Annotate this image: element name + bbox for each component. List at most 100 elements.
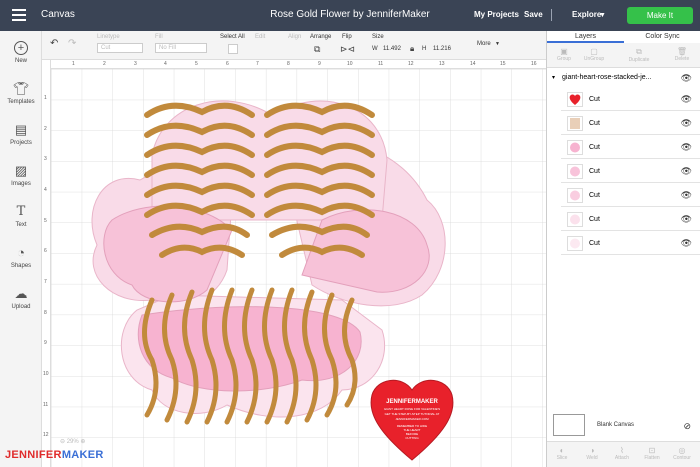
linetype-value: Cut [101, 45, 111, 51]
plus-circle-icon: + [14, 41, 28, 55]
slice-icon: ◐ [559, 446, 565, 455]
lock-icon[interactable]: 🔒︎ [410, 44, 414, 54]
ruler-tick: 7 [44, 279, 47, 285]
flip-icon[interactable]: ⊳⊲ [340, 44, 355, 55]
duplicate-button[interactable]: ⧉ Duplicate [624, 47, 654, 63]
eye-icon[interactable]: 👁︎ [681, 214, 692, 225]
attach-button[interactable]: ⌇ Attach [607, 446, 637, 461]
eye-icon[interactable]: 👁︎ [681, 73, 692, 84]
eye-icon[interactable]: 👁︎ [681, 118, 692, 129]
ruler-top: 1 2 3 4 5 6 7 8 9 10 11 12 13 14 15 16 [42, 60, 546, 69]
menu-icon[interactable] [12, 9, 26, 21]
layer-row[interactable]: Cut 👁︎ [561, 232, 700, 255]
flatten-label: Flatten [644, 455, 660, 461]
sidebar-item-projects[interactable]: ▤ Projects [0, 122, 42, 147]
slice-label: Slice [556, 455, 568, 461]
ruler-tick: 5 [195, 61, 198, 67]
align-label[interactable]: Align [288, 34, 301, 40]
group-label: Group [557, 56, 571, 62]
layer-label: Cut [589, 216, 600, 223]
chevron-down-icon: ▼ [495, 41, 500, 47]
attach-label: Attach [614, 455, 630, 461]
edit-toolbar: ↶ ↷ Linetype Cut Fill No Fill Select All… [42, 31, 546, 60]
ruler-tick: 14 [470, 61, 476, 67]
ruler-tick: 10 [43, 371, 49, 377]
layer-row[interactable]: Cut 👁︎ [561, 208, 700, 231]
tab-layers[interactable]: Layers [547, 31, 624, 43]
paperclip-icon: ⌇ [620, 446, 624, 455]
blank-canvas-swatch[interactable] [553, 414, 585, 436]
chevron-down-icon: ▼ [599, 12, 606, 19]
blank-canvas-label: Blank Canvas [597, 422, 635, 428]
my-projects-link[interactable]: My Projects [474, 10, 519, 19]
save-button[interactable]: Save [524, 10, 543, 19]
brand-part-2: MAKER [61, 449, 104, 461]
delete-button[interactable]: 🗑︎ Delete [667, 47, 697, 62]
ungroup-button[interactable]: ▢ UnGroup [579, 47, 609, 62]
fill-select[interactable]: No Fill [155, 43, 207, 53]
weld-button[interactable]: ◑ Weld [577, 446, 607, 461]
weld-icon: ◑ [589, 446, 595, 455]
arrange-icon[interactable]: ⧉ [314, 44, 320, 55]
sidebar-item-images[interactable]: ▨ Images [0, 164, 42, 188]
layer-row[interactable]: Cut 👁︎ [561, 136, 700, 159]
eye-off-icon[interactable]: ⊘ [683, 421, 691, 432]
group-icon: ▣ [560, 47, 568, 56]
layer-label: Cut [589, 96, 600, 103]
sidebar-item-label: Projects [10, 140, 32, 146]
redo-icon[interactable]: ↷ [68, 38, 76, 49]
layer-group-row[interactable]: ▾ giant-heart-rose-stacked-je... 👁︎ [547, 72, 700, 86]
width-label: W [372, 46, 378, 52]
layer-thumbnail [567, 116, 583, 131]
sidebar-item-shapes[interactable]: ◔ Shapes [0, 246, 42, 270]
layer-row[interactable]: Cut 👁︎ [561, 160, 700, 183]
eye-icon[interactable]: 👁︎ [681, 190, 692, 201]
ruler-tick: 3 [44, 156, 47, 162]
tab-color-sync[interactable]: Color Sync [624, 31, 700, 43]
zoom-in-icon[interactable]: ⊕ [79, 439, 85, 445]
ruler-tick: 2 [103, 61, 106, 67]
select-all-icon[interactable] [228, 44, 238, 54]
eye-icon[interactable]: 👁︎ [681, 94, 692, 105]
edit-label[interactable]: Edit [255, 34, 265, 40]
arrange-label[interactable]: Arrange [310, 34, 331, 40]
width-field[interactable]: 11.492 [383, 46, 401, 52]
make-it-button[interactable]: Make It [627, 7, 693, 24]
canvas-svg: JENNIFERMAKER GIANT HEART ROSE FOR VALEN… [42, 60, 546, 467]
height-field[interactable]: 11.216 [433, 46, 451, 52]
sidebar-item-text[interactable]: T Text [0, 205, 42, 229]
sidebar-item-label: Text [15, 222, 27, 228]
flatten-button[interactable]: ⊡ Flatten [637, 446, 667, 461]
zoom-out-icon[interactable]: ⊖ [60, 439, 67, 445]
layer-thumbnail [567, 188, 583, 203]
explore-menu[interactable]: Explore [572, 10, 601, 19]
layer-row[interactable]: Cut 👁︎ [561, 112, 700, 135]
undo-icon[interactable]: ↶ [50, 38, 58, 49]
ruler-tick: 1 [44, 95, 47, 101]
contour-button[interactable]: ◎ Contour [667, 446, 697, 461]
projects-icon: ▤ [14, 122, 28, 137]
zoom-level[interactable]: ⊖ 29% ⊕ [60, 438, 85, 445]
eye-icon[interactable]: 👁︎ [681, 142, 692, 153]
eye-icon[interactable]: 👁︎ [681, 238, 692, 249]
flip-label[interactable]: Flip [342, 34, 352, 40]
sidebar-item-new[interactable]: + New [0, 41, 42, 64]
layer-row[interactable]: Cut 👁︎ [561, 184, 700, 207]
design-canvas[interactable]: JENNIFERMAKER GIANT HEART ROSE FOR VALEN… [42, 60, 546, 467]
group-button[interactable]: ▣ Group [549, 47, 579, 62]
caret-down-icon[interactable]: ▾ [552, 74, 555, 81]
ruler-tick: 6 [44, 248, 47, 254]
layer-row[interactable]: Cut 👁︎ [561, 88, 700, 111]
sidebar-item-upload[interactable]: ☁ Upload [0, 287, 42, 311]
eye-icon[interactable]: 👁︎ [681, 166, 692, 177]
duplicate-label: Duplicate [628, 57, 650, 63]
more-menu[interactable]: More [477, 41, 491, 47]
ruler-tick: 9 [318, 61, 321, 67]
select-all-label[interactable]: Select All [220, 34, 245, 40]
sidebar-item-label: New [14, 58, 27, 64]
layer-label: Cut [589, 168, 600, 175]
slice-button[interactable]: ◐ Slice [547, 446, 577, 461]
linetype-select[interactable]: Cut [97, 43, 143, 53]
contour-icon: ◎ [678, 446, 686, 455]
sidebar-item-templates[interactable]: 👕︎ Templates [0, 82, 42, 106]
